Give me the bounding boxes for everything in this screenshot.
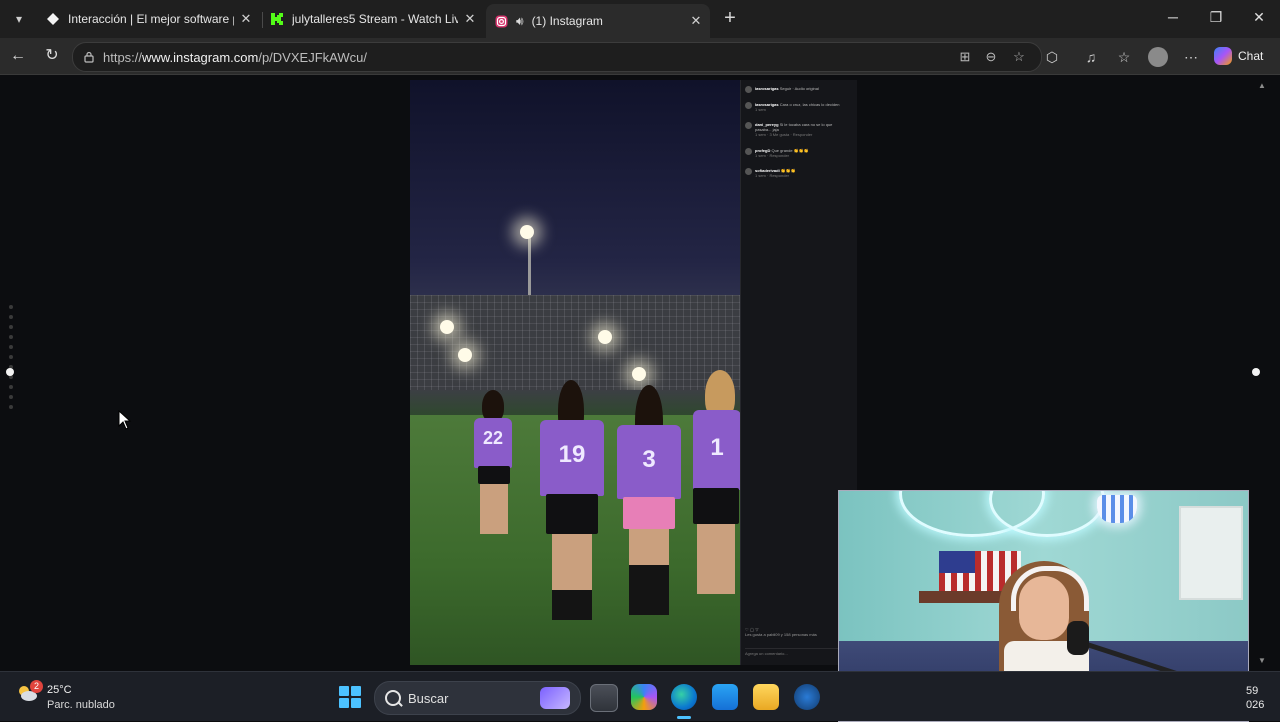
window-close-icon[interactable]: ✕ xyxy=(1247,9,1271,26)
comment-text: Cara o cruz, las chicas lo deciden xyxy=(779,102,840,107)
player: 19 xyxy=(538,380,608,640)
comment-meta: 1 sem xyxy=(755,107,766,112)
new-tab-button[interactable]: + xyxy=(720,8,740,28)
windows-start-icon[interactable] xyxy=(339,686,361,708)
tab-instagram[interactable]: 🔊︎ (1) Instagram ✕ xyxy=(486,4,710,38)
media-control-icon[interactable]: ♫ xyxy=(1082,48,1100,66)
url-text: https://www.instagram.com/p/DVXEJFkAWcu/ xyxy=(103,50,367,65)
instagram-icon xyxy=(494,14,508,28)
tab-actions-chevron-icon[interactable]: ▾ xyxy=(8,8,30,30)
avatar[interactable] xyxy=(745,148,752,155)
mouse-cursor-icon xyxy=(118,410,132,430)
comment-meta[interactable]: 1 sem · 3 Me gusta · Responder xyxy=(755,132,812,137)
close-icon[interactable]: ✕ xyxy=(238,11,254,27)
tab-strip: ▾ Interacción | El mejor software par ✕ … xyxy=(0,0,1280,38)
stadium-light xyxy=(520,225,534,239)
left-rail-dots xyxy=(8,305,14,415)
post-actions: ♡ ◯ ▽ Les gusta a pabli09 y 158 personas… xyxy=(745,627,853,637)
search-icon xyxy=(385,690,401,706)
stadium-light xyxy=(458,348,472,362)
favorite-star-icon[interactable]: ☆ xyxy=(1011,49,1027,65)
favorites-icon[interactable]: ☆ xyxy=(1115,48,1133,66)
more-menu-icon[interactable]: ⋯ xyxy=(1182,48,1200,66)
zoom-icon[interactable]: ⊖ xyxy=(983,49,999,65)
windows-taskbar: 2 25°C Parc. nublado Buscar 59 026 xyxy=(0,671,1280,721)
tab-interaccion[interactable]: Interacción | El mejor software par ✕ xyxy=(38,4,260,34)
diamond-icon xyxy=(46,12,60,26)
stadium-light xyxy=(598,330,612,344)
microsoft-store-icon[interactable] xyxy=(712,684,738,710)
address-bar[interactable]: https://www.instagram.com/p/DVXEJFkAWcu/… xyxy=(72,42,1042,72)
active-app-indicator xyxy=(677,716,691,719)
left-nav-dot[interactable] xyxy=(6,368,14,376)
comment-user[interactable]: lasrosarigas xyxy=(755,86,779,91)
avatar[interactable] xyxy=(745,86,752,93)
edge-browser-icon[interactable] xyxy=(671,684,697,710)
search-label: Buscar xyxy=(408,691,449,706)
notification-badge: 2 xyxy=(30,680,43,693)
tab-title: Interacción | El mejor software par xyxy=(68,12,234,26)
search-highlight-icon xyxy=(540,687,570,709)
player: 22 xyxy=(470,390,520,550)
avatar[interactable] xyxy=(745,102,752,109)
copilot-chat-button[interactable]: Chat xyxy=(1214,45,1263,67)
speaker-icon[interactable]: 🔊︎ xyxy=(516,14,524,29)
restore-icon[interactable]: ❐ xyxy=(1204,9,1228,26)
post-video[interactable]: 22 19 3 1 xyxy=(410,80,740,665)
player: 1 xyxy=(693,370,740,620)
temperature: 25°C xyxy=(47,684,72,696)
scrollbar[interactable]: ▲ ▼ xyxy=(1258,81,1266,665)
tab-title: julytalleres5 Stream - Watch Live o xyxy=(292,12,458,26)
file-explorer-icon[interactable] xyxy=(753,684,779,710)
player: 3 xyxy=(615,385,685,635)
stadium-light xyxy=(632,367,646,381)
taskbar-search[interactable]: Buscar xyxy=(374,681,581,715)
microphone xyxy=(1067,621,1089,655)
wall-frame xyxy=(1179,506,1243,600)
tab-title: (1) Instagram xyxy=(531,14,603,28)
avatar[interactable] xyxy=(745,122,752,129)
comment-text: Seguir · Audio original xyxy=(779,86,819,91)
reload-icon[interactable]: ↻ xyxy=(42,46,62,66)
comment-meta[interactable]: 1 sem · Responder xyxy=(755,153,789,158)
scroll-down-arrow-icon[interactable]: ▼ xyxy=(1258,656,1266,665)
club-crest-neon xyxy=(1097,495,1137,523)
site-info-icon[interactable] xyxy=(83,50,95,63)
stadium-light xyxy=(440,320,454,334)
app-available-icon[interactable]: ⊞ xyxy=(957,49,973,65)
kick-icon xyxy=(270,12,284,26)
extensions-icon[interactable]: ⬡ xyxy=(1043,48,1061,66)
weather-widget[interactable]: 2 25°C Parc. nublado xyxy=(16,680,156,714)
comment-meta[interactable]: 1 sem · Responder xyxy=(755,173,789,178)
tab-kick-stream[interactable]: julytalleres5 Stream - Watch Live o ✕ xyxy=(262,4,484,34)
weather-condition: Parc. nublado xyxy=(47,699,115,711)
copilot-app-icon[interactable] xyxy=(631,684,657,710)
minimize-icon[interactable]: ─ xyxy=(1161,9,1185,25)
clock-date: 026 xyxy=(1246,699,1265,711)
clock-time: 59 xyxy=(1246,685,1259,697)
scroll-up-arrow-icon[interactable]: ▲ xyxy=(1258,81,1266,90)
profile-avatar[interactable] xyxy=(1148,47,1168,67)
system-clock[interactable]: 59 026 xyxy=(1246,684,1264,712)
steam-icon[interactable] xyxy=(794,684,820,710)
close-icon[interactable]: ✕ xyxy=(688,13,704,29)
close-icon[interactable]: ✕ xyxy=(462,11,478,27)
back-arrow-icon[interactable]: ← xyxy=(8,46,28,66)
copilot-icon xyxy=(1214,47,1232,65)
task-view-icon[interactable] xyxy=(590,684,618,712)
likes-line[interactable]: Les gusta a pabli09 y 158 personas más xyxy=(745,632,817,637)
avatar[interactable] xyxy=(745,168,752,175)
browser-toolbar: ← ↻ https://www.instagram.com/p/DVXEJFkA… xyxy=(0,38,1280,75)
chat-label: Chat xyxy=(1238,49,1264,63)
comment-input[interactable]: Agrega un comentario... xyxy=(745,648,853,659)
